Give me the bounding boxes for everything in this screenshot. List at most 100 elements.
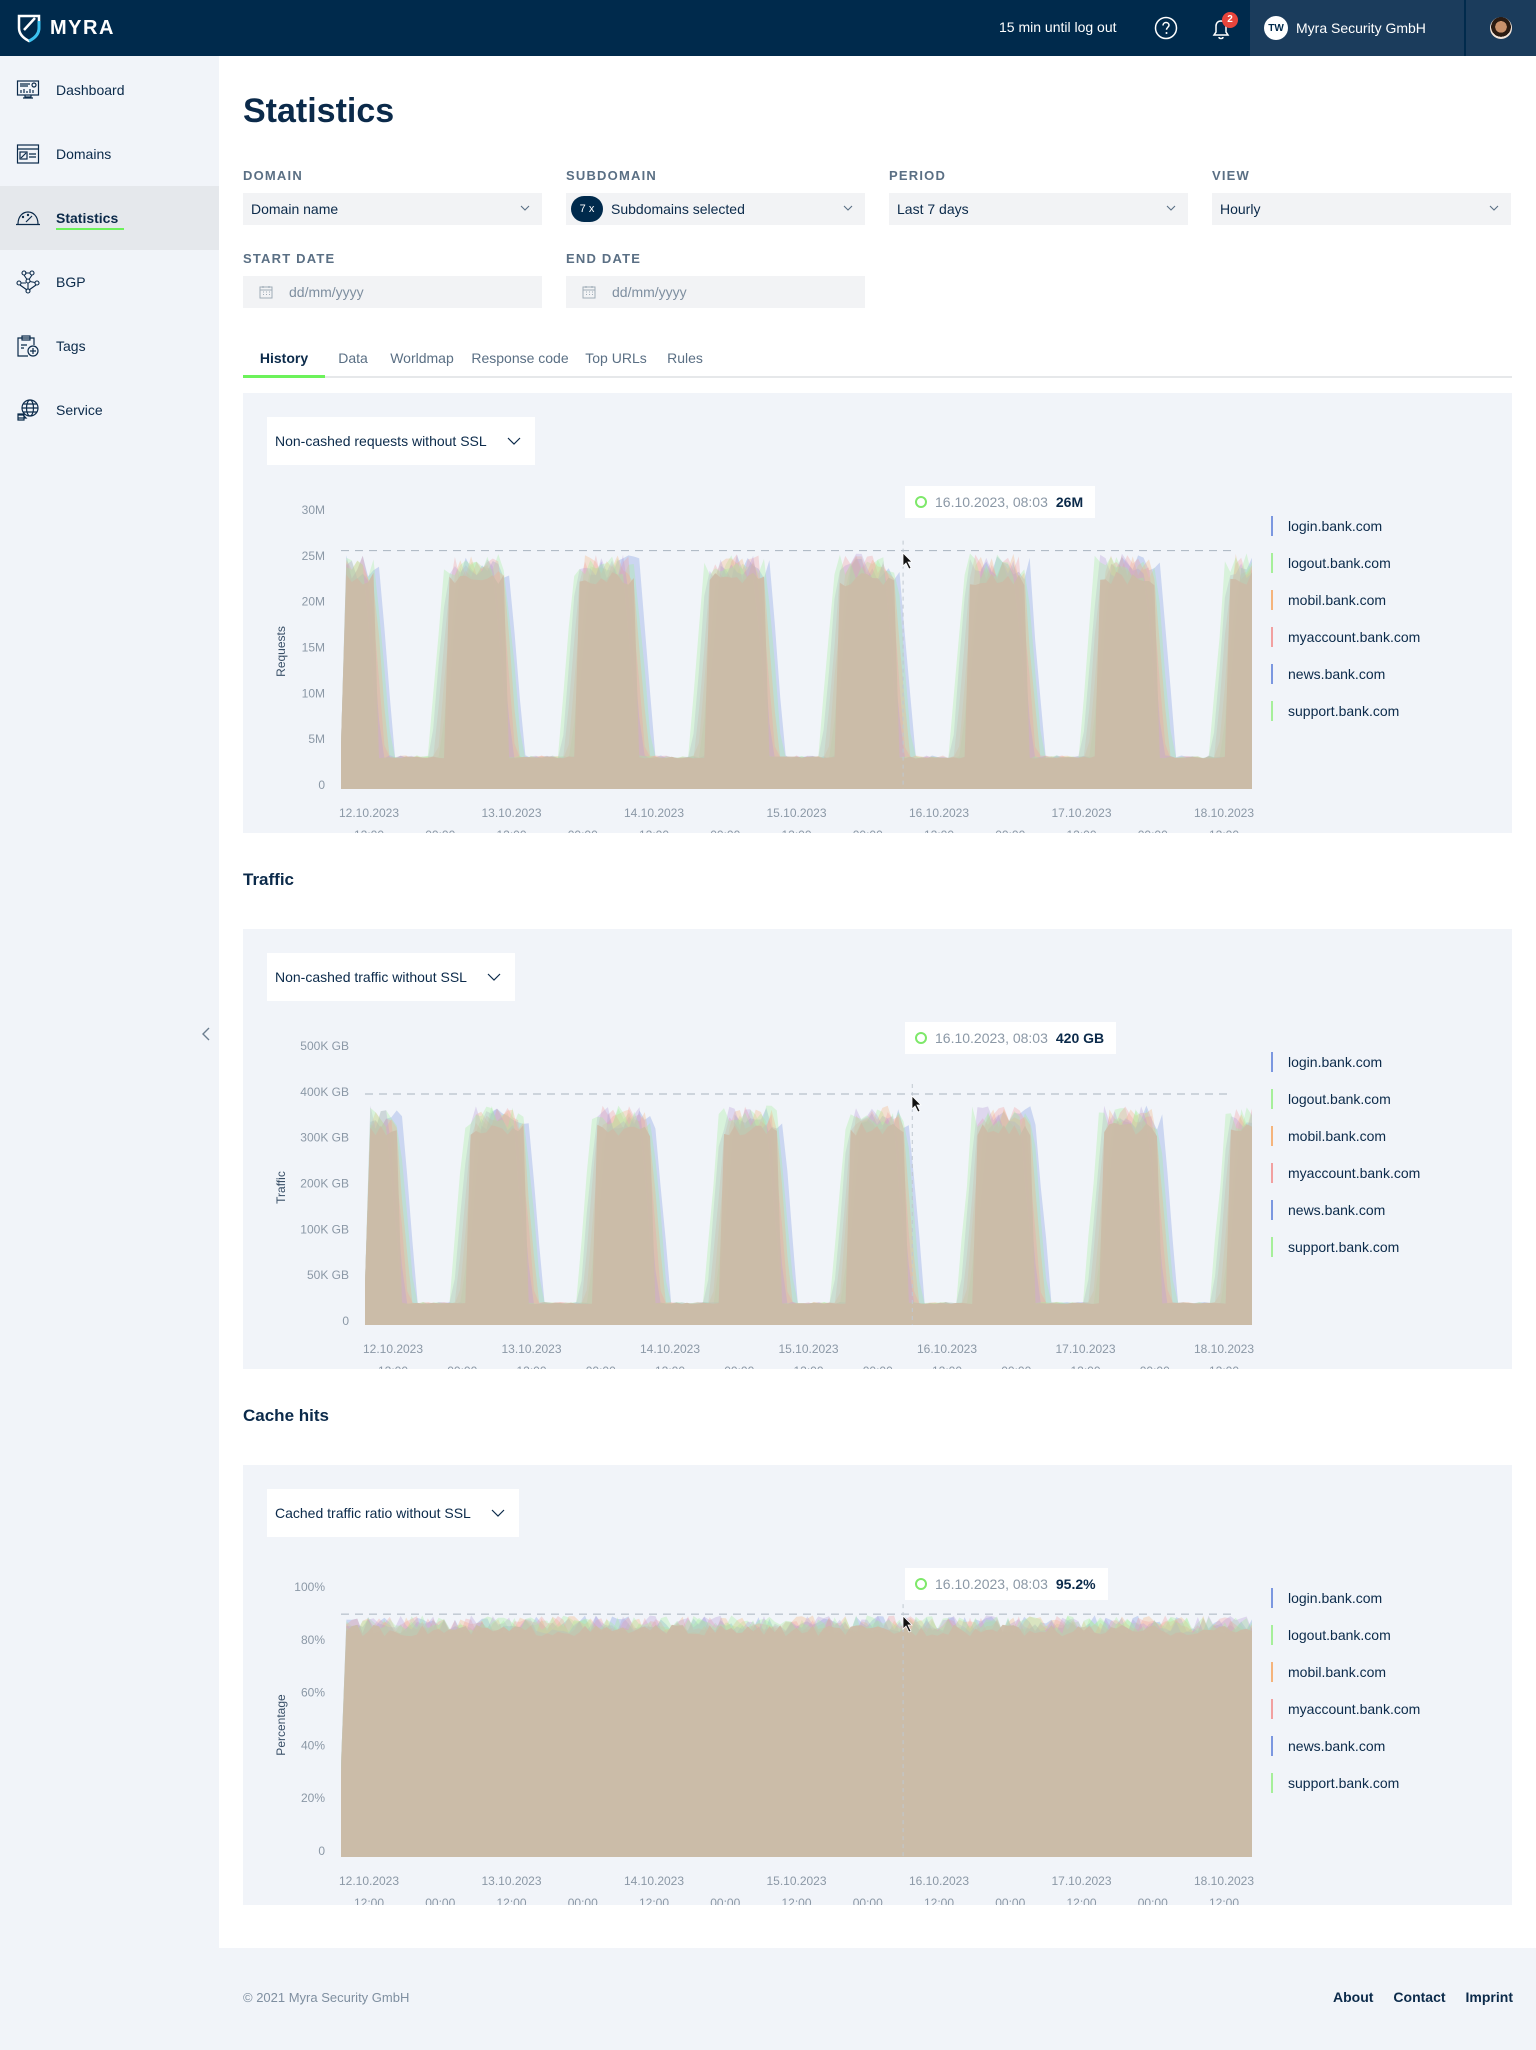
notification-badge: 2	[1222, 12, 1238, 28]
organization-switcher[interactable]: TW Myra Security GmbH	[1250, 0, 1464, 56]
legend-color-swatch	[1271, 1089, 1273, 1109]
period-select[interactable]: Last 7 days	[889, 193, 1188, 225]
sidebar-item-tags[interactable]: Tags	[0, 314, 219, 378]
x-tick-time-label: 12:00	[781, 1896, 811, 1905]
x-tick-time-label: 12:00	[1209, 1896, 1239, 1905]
x-tick-time-label: 12:00	[1209, 828, 1239, 833]
page-title: Statistics	[243, 92, 395, 130]
end-date-input[interactable]: dd/mm/yyyy	[566, 276, 865, 308]
x-tick-date-label: 17.10.2023	[1051, 806, 1111, 820]
footer-copyright: © 2021 Myra Security GmbH	[243, 1990, 410, 2005]
sidebar-item-domains[interactable]: Domains	[0, 122, 219, 186]
legend-label: myaccount.bank.com	[1288, 1165, 1421, 1181]
sidebar-item-bgp[interactable]: BGP	[0, 250, 219, 314]
subdomain-label: SUBDOMAIN	[566, 168, 657, 183]
x-tick-time-label: 12:00	[655, 1364, 685, 1369]
legend-color-swatch	[1271, 1163, 1273, 1183]
y-tick-label: 0	[318, 1844, 325, 1858]
legend-label: myaccount.bank.com	[1288, 1701, 1421, 1717]
x-tick-time-label: 12:00	[924, 1896, 954, 1905]
cache-chart-panel: Cached traffic ratio without SSL 0 20% 40%…	[243, 1465, 1512, 1905]
x-tick-date-label: 12.10.2023	[339, 806, 399, 820]
org-avatar: TW	[1264, 16, 1288, 40]
legend-color-swatch	[1271, 1052, 1273, 1072]
user-menu[interactable]	[1466, 0, 1536, 56]
view-label: VIEW	[1212, 168, 1251, 183]
x-tick-time-label: 00:00	[710, 828, 740, 833]
collapse-sidebar-chevron-icon[interactable]	[198, 1024, 214, 1044]
sidebar-item-label: Service	[56, 402, 103, 418]
x-tick-time-label: 12:00	[354, 1896, 384, 1905]
sidebar-item-service[interactable]: Service	[0, 378, 219, 442]
chevron-down-icon	[520, 205, 530, 211]
footer-link-about[interactable]: About	[1333, 1989, 1373, 2005]
y-tick-label: 500K GB	[300, 1039, 349, 1053]
brand-logo[interactable]: MYRA	[16, 13, 115, 43]
requests-chart[interactable]: 0 5M 10M 15M 20M 25M 30M Requests 12:00 12.10.202…	[243, 393, 1512, 833]
x-tick-time-label: 12:00	[932, 1364, 962, 1369]
cache-chart[interactable]: 0 20% 40% 60% 80% 100% Percentage 12:00 12.10.20…	[243, 1465, 1512, 1905]
chart-tooltip: 16.10.2023, 08:03 95.2%	[905, 1568, 1108, 1600]
chevron-down-icon	[1489, 205, 1499, 211]
sidebar-item-dashboard[interactable]: Dashboard	[0, 58, 219, 122]
user-avatar	[1490, 17, 1512, 39]
footer-link-contact[interactable]: Contact	[1393, 1989, 1445, 2005]
legend-label: support.bank.com	[1288, 703, 1400, 719]
x-tick-time-label: 00:00	[568, 1896, 598, 1905]
end-date-label: END DATE	[566, 251, 642, 266]
x-tick-time-label: 00:00	[724, 1364, 754, 1369]
footer-link-imprint[interactable]: Imprint	[1466, 1989, 1513, 2005]
x-tick-time-label: 12:00	[516, 1364, 546, 1369]
y-tick-label: 50K GB	[307, 1268, 349, 1282]
start-date-input[interactable]: dd/mm/yyyy	[243, 276, 542, 308]
end-date-placeholder: dd/mm/yyyy	[612, 284, 687, 300]
tab-top-urls[interactable]: Top URLs	[577, 346, 655, 378]
brand-name: MYRA	[50, 16, 115, 39]
view-select[interactable]: Hourly	[1212, 193, 1511, 225]
y-tick-label: 25M	[302, 549, 325, 563]
area-series-combined	[365, 1122, 1252, 1325]
calendar-icon	[259, 286, 273, 299]
legend-color-swatch	[1271, 590, 1273, 610]
legend-label: news.bank.com	[1288, 666, 1386, 682]
x-tick-date-label: 18.10.2023	[1194, 1874, 1254, 1888]
tooltip-value: 26M	[1055, 494, 1084, 510]
x-tick-date-label: 18.10.2023	[1194, 1342, 1254, 1356]
domain-label: DOMAIN	[243, 168, 303, 183]
y-axis-label: Percentage	[274, 1694, 288, 1756]
x-tick-time-label: 00:00	[995, 828, 1025, 833]
chevron-down-icon	[843, 205, 853, 211]
legend-color-swatch	[1271, 1662, 1273, 1682]
x-tick-date-label: 15.10.2023	[766, 806, 826, 820]
y-tick-label: 20M	[302, 595, 325, 609]
tooltip-value: 420 GB	[1055, 1030, 1105, 1046]
y-tick-label: 0	[342, 1314, 349, 1328]
domain-select[interactable]: Domain name	[243, 193, 542, 225]
x-tick-date-label: 16.10.2023	[909, 806, 969, 820]
subdomain-select[interactable]: 7 x Subdomains selected	[566, 193, 865, 225]
tooltip-timestamp: 16.10.2023, 08:03	[935, 494, 1048, 510]
sidebar-item-statistics[interactable]: Statistics	[0, 186, 219, 250]
x-tick-time-label: 12:00	[378, 1364, 408, 1369]
x-tick-time-label: 00:00	[1138, 828, 1168, 833]
tab-worldmap[interactable]: Worldmap	[381, 346, 463, 378]
chart-tooltip: 16.10.2023, 08:03 26M	[905, 486, 1096, 518]
help-icon[interactable]	[1154, 16, 1178, 40]
tab-data[interactable]: Data	[327, 346, 379, 378]
x-tick-date-label: 17.10.2023	[1051, 1874, 1111, 1888]
y-tick-label: 5M	[308, 732, 325, 746]
x-tick-date-label: 14.10.2023	[640, 1342, 700, 1356]
x-tick-time-label: 12:00	[1209, 1364, 1239, 1369]
tab-response-code[interactable]: Response code	[465, 346, 575, 378]
legend-color-swatch	[1271, 1736, 1273, 1756]
y-tick-label: 100%	[294, 1580, 325, 1594]
footer-links: About Contact Imprint	[1333, 1989, 1513, 2005]
tooltip-marker-icon	[915, 1578, 927, 1590]
y-tick-label: 300K GB	[300, 1131, 349, 1145]
x-tick-time-label: 00:00	[568, 828, 598, 833]
sidebar-item-label: Dashboard	[56, 82, 125, 98]
tab-rules[interactable]: Rules	[657, 346, 713, 378]
tab-history[interactable]: History	[243, 346, 325, 378]
mouse-cursor-icon	[902, 551, 914, 570]
traffic-chart[interactable]: 0 50K GB 100K GB 200K GB 300K GB 400K GB 500K …	[243, 929, 1512, 1369]
